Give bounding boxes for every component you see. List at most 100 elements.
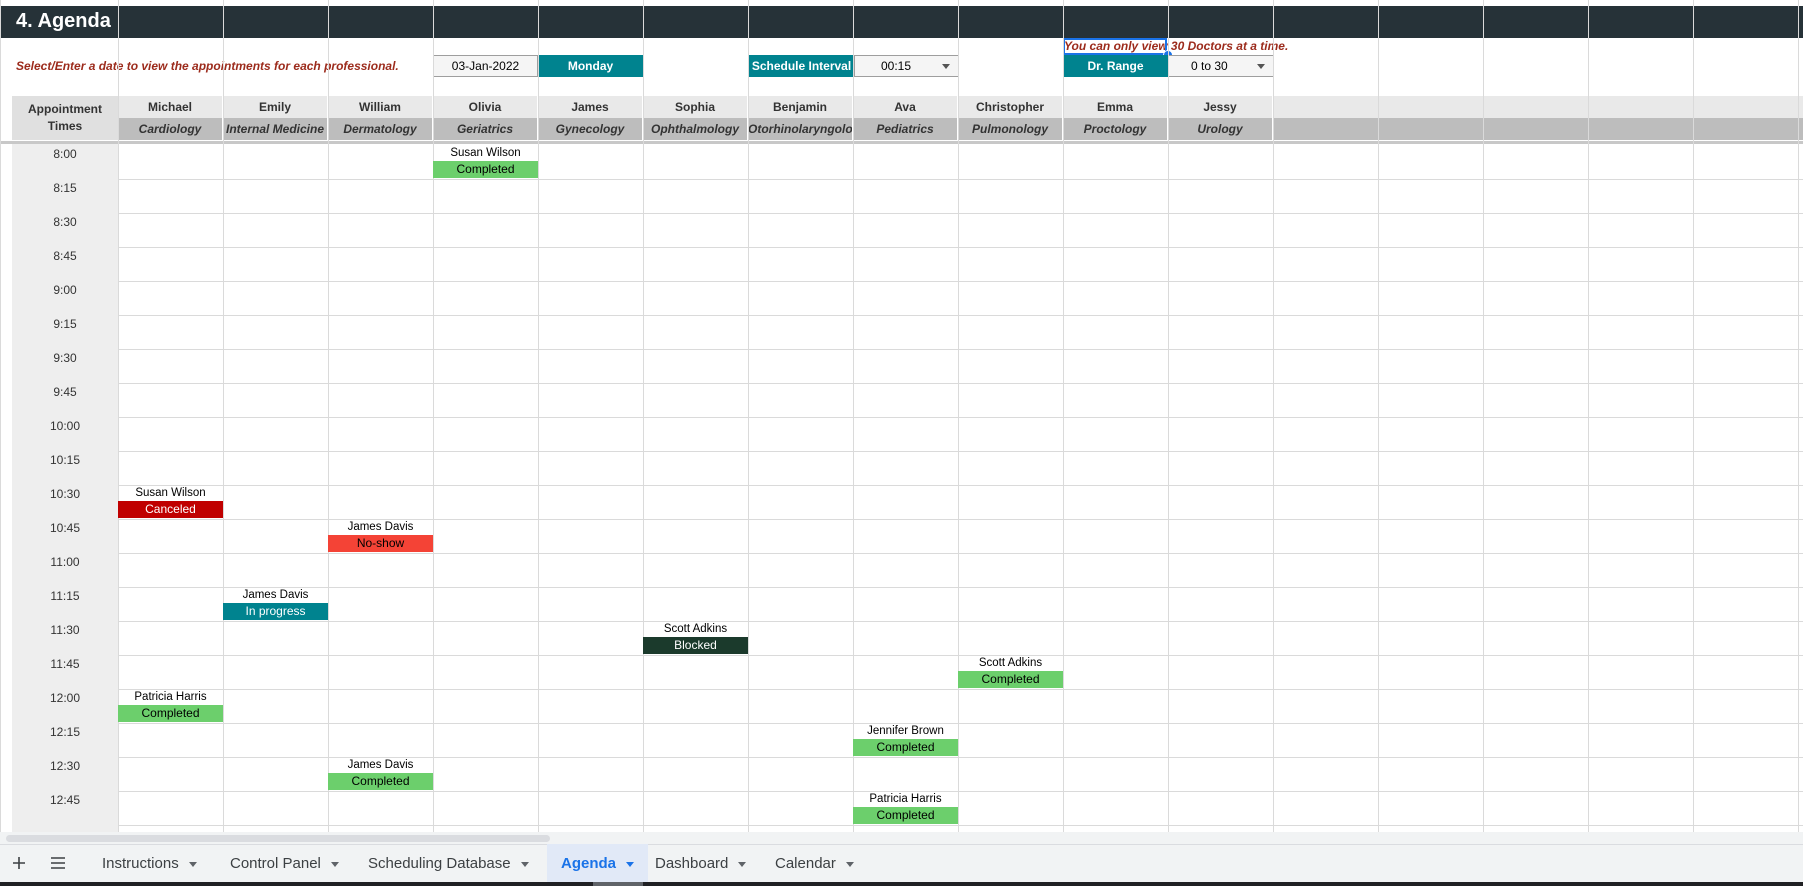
grid-column-line xyxy=(1378,0,1379,832)
grid-row-line xyxy=(118,315,1803,316)
appointment-status[interactable]: Completed xyxy=(853,807,958,824)
menu-icon[interactable] xyxy=(50,844,66,882)
grid-row-line xyxy=(118,519,1803,520)
specialty-header: Pulmonology xyxy=(958,118,1063,140)
time-slot-label: 9:15 xyxy=(53,317,77,331)
dropdown-arrow-icon[interactable] xyxy=(1257,64,1265,69)
tab-menu-arrow-icon[interactable] xyxy=(520,861,529,867)
specialty-header: Urology xyxy=(1168,118,1273,140)
time-slot-label: 11:30 xyxy=(50,623,80,637)
appointment-status[interactable]: Canceled xyxy=(118,501,223,518)
sheet-tab[interactable]: Instructions xyxy=(88,844,211,882)
specialty-header: Pediatrics xyxy=(853,118,958,140)
appointment-patient[interactable]: Susan Wilson xyxy=(118,487,223,499)
times-header-line1: Appointment xyxy=(28,102,102,116)
dr-range-dropdown[interactable]: 0 to 30 xyxy=(1168,55,1274,77)
appointment-patient[interactable]: Patricia Harris xyxy=(853,793,958,805)
time-slot-label: 12:30 xyxy=(49,759,81,773)
appointment-patient[interactable]: James Davis xyxy=(328,759,433,771)
grid-column-line xyxy=(1273,0,1274,832)
time-slot-label: 8:45 xyxy=(53,249,77,263)
sheet-tab-label: Agenda xyxy=(561,854,617,872)
grid-row-line xyxy=(118,247,1803,248)
doctor-name-header: Emily xyxy=(223,96,328,118)
selected-cell-outline[interactable] xyxy=(1063,38,1167,55)
grid-row-line xyxy=(118,791,1803,792)
grid-row-line xyxy=(118,689,1803,690)
tab-menu-arrow-icon[interactable] xyxy=(845,861,854,867)
weekday-label: Monday xyxy=(538,55,643,77)
grid-column-line xyxy=(223,0,224,832)
appointment-status[interactable]: Completed xyxy=(958,671,1063,688)
tab-menu-arrow-icon[interactable] xyxy=(626,861,635,867)
appointment-patient[interactable]: Jennifer Brown xyxy=(853,725,958,737)
appointment-patient[interactable]: Patricia Harris xyxy=(118,691,223,703)
time-slot-label: 12:15 xyxy=(49,725,81,739)
sheet-tab-label: Dashboard xyxy=(655,854,729,872)
grid-column-line xyxy=(1063,0,1064,832)
times-header-line2: Times xyxy=(47,119,83,133)
grid-column-line xyxy=(1798,0,1799,832)
sheet-tab-label: Instructions xyxy=(102,854,179,872)
grid-row-line xyxy=(118,451,1803,452)
appointment-status[interactable]: Completed xyxy=(328,773,433,790)
time-slot-label: 11:45 xyxy=(50,657,80,671)
appointment-status[interactable]: No-show xyxy=(328,535,433,552)
scrollbar-thumb[interactable] xyxy=(6,835,550,842)
appointment-status[interactable]: Completed xyxy=(853,739,958,756)
dropdown-arrow-icon[interactable] xyxy=(942,64,950,69)
appointment-status[interactable]: Completed xyxy=(433,161,538,178)
tab-menu-arrow-icon[interactable] xyxy=(188,861,197,867)
empty-specialty-header xyxy=(1274,118,1803,140)
tab-menu-arrow-icon[interactable] xyxy=(738,861,747,867)
appointment-times-header: Appointment Times xyxy=(12,96,118,140)
appointment-status[interactable]: Blocked xyxy=(643,637,748,654)
grid-row-line xyxy=(118,349,1803,350)
window-bottom-highlight xyxy=(593,882,643,886)
grid-row-line xyxy=(118,587,1803,588)
appointment-status[interactable]: In progress xyxy=(223,603,328,620)
time-slot-label: 9:00 xyxy=(53,283,77,297)
specialty-header: Proctology xyxy=(1063,118,1168,140)
appointment-patient[interactable]: James Davis xyxy=(223,589,328,601)
sheet-tab-label: Calendar xyxy=(775,854,836,872)
time-slot-label: 11:15 xyxy=(50,589,80,603)
time-slot-label: 8:30 xyxy=(53,215,77,229)
appointment-patient[interactable]: Scott Adkins xyxy=(958,657,1063,669)
grid-row-line xyxy=(118,621,1803,622)
sheet-title-bar: 4. Agenda xyxy=(0,6,1803,38)
time-slot-label: 10:15 xyxy=(49,453,81,467)
sheet-tab[interactable]: Control Panel xyxy=(216,844,353,882)
dr-range-value: 0 to 30 xyxy=(1191,59,1228,73)
sheet-tab[interactable]: Calendar xyxy=(761,844,868,882)
appointment-patient[interactable]: James Davis xyxy=(328,521,433,533)
time-slot-label: 10:30 xyxy=(49,487,81,501)
grid-row-line xyxy=(118,485,1803,486)
time-slot-label: 9:45 xyxy=(53,385,77,399)
grid-row-line xyxy=(118,757,1803,758)
sheet-tab[interactable]: Dashboard xyxy=(641,844,760,882)
doctor-name-header: Ava xyxy=(853,96,958,118)
date-input[interactable]: 03-Jan-2022 xyxy=(433,55,538,77)
appointment-patient[interactable]: Scott Adkins xyxy=(643,623,748,635)
grid-row-line xyxy=(118,553,1803,554)
grid-row-line xyxy=(118,417,1803,418)
grid-row-line xyxy=(118,655,1803,656)
time-slot-label: 12:45 xyxy=(49,793,81,807)
grid-column-line xyxy=(538,0,539,832)
grid-row-line xyxy=(118,383,1803,384)
sheet-tab-label: Control Panel xyxy=(230,854,321,872)
specialty-header: Dermatology xyxy=(328,118,433,140)
sheet-tab[interactable]: Agenda xyxy=(547,844,649,882)
appointment-patient[interactable]: Susan Wilson xyxy=(433,147,538,159)
schedule-interval-dropdown[interactable]: 00:15 xyxy=(854,55,959,77)
tab-menu-arrow-icon[interactable] xyxy=(330,861,339,867)
appointment-status[interactable]: Completed xyxy=(118,705,223,722)
specialty-header: Gynecology xyxy=(538,118,643,140)
grid-left-edge xyxy=(0,0,1,832)
plus-icon[interactable] xyxy=(12,844,26,882)
time-slot-label: 9:30 xyxy=(53,351,77,365)
sheet-tab[interactable]: Scheduling Database xyxy=(354,844,543,882)
grid-row-line xyxy=(118,825,1803,826)
empty-doctor-header xyxy=(1274,96,1803,118)
